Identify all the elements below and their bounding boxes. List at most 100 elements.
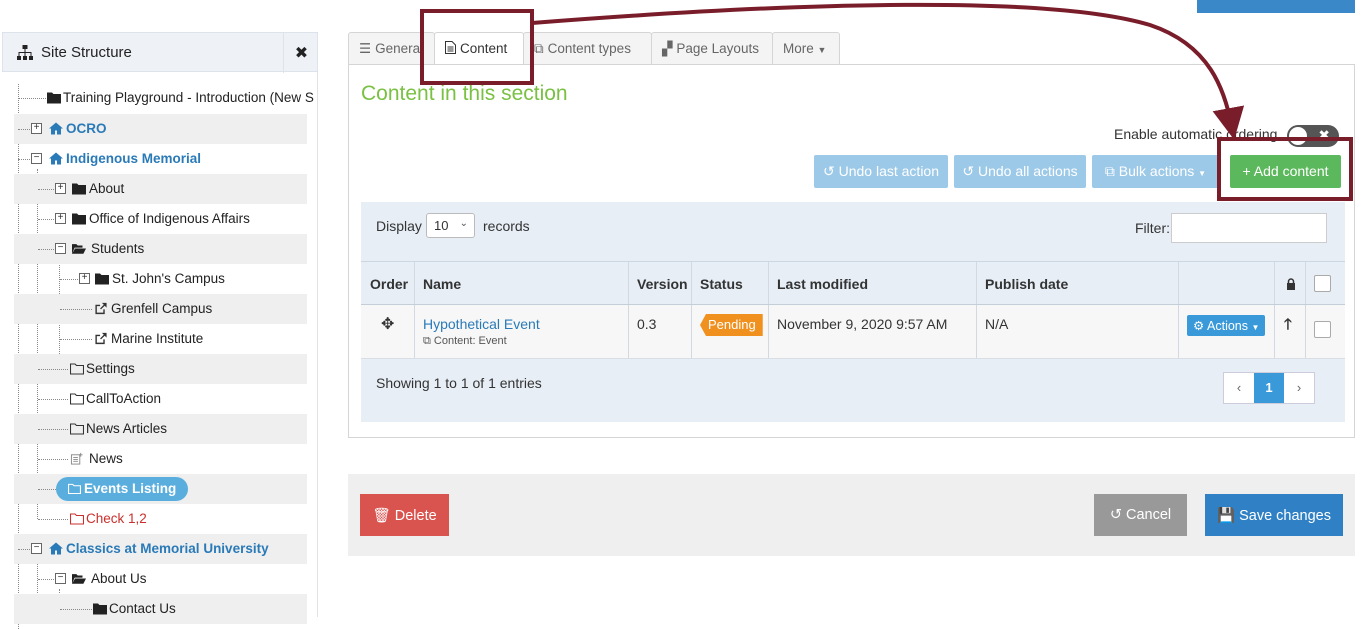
publish-up-arrow-icon[interactable]: 🡑 (1284, 314, 1292, 339)
gear-icon: ⚙ (1193, 319, 1205, 333)
external-link-icon (95, 302, 107, 315)
version-value: 0.3 (637, 316, 657, 332)
table-header-row: Order Name Version Status Last modified … (361, 261, 1345, 305)
collapse-toggle-icon[interactable]: − (31, 153, 42, 164)
expand-icon[interactable]: ✖ (283, 33, 319, 73)
filter-input[interactable] (1171, 213, 1327, 243)
selected-node-pill[interactable]: Events Listing (56, 477, 189, 501)
tree-item-about-us[interactable]: − About Us (14, 564, 307, 594)
column-header-name[interactable]: Name (423, 276, 461, 292)
caret-down-icon: ▼ (817, 45, 827, 55)
tree-item-training-playground[interactable]: Training Playground - Introduction (New … (14, 83, 314, 113)
collapse-toggle-icon[interactable]: − (31, 543, 42, 554)
tree-item-label: About Us (91, 571, 147, 586)
tree-item-classics[interactable]: − Classics at Memorial University (14, 534, 307, 564)
tree-item-about[interactable]: + About (14, 174, 307, 204)
folder-icon (47, 92, 61, 104)
tree-item-label: Classics at Memorial University (66, 541, 269, 556)
tree-item-events-listing[interactable]: Events Listing (14, 474, 307, 504)
pagination-next[interactable]: › (1284, 373, 1314, 403)
tree-item-marine-institute[interactable]: Marine Institute (14, 324, 307, 354)
undo-last-action-button[interactable]: ↺ Undo last action (814, 155, 948, 188)
column-header-last-modified[interactable]: Last modified (777, 276, 868, 292)
pagination-current-page[interactable]: 1 (1254, 373, 1284, 403)
tree-item-grenfell-campus[interactable]: Grenfell Campus (14, 294, 307, 324)
folder-icon (93, 603, 107, 615)
top-action-button-partial[interactable] (1197, 0, 1355, 13)
column-header-status[interactable]: Status (700, 276, 743, 292)
folder-outline-icon (70, 393, 84, 405)
tree-item-check-1-2[interactable]: Check 1,2 (14, 504, 307, 534)
tree-item-settings[interactable]: Settings (14, 354, 307, 384)
collapse-toggle-icon[interactable]: − (55, 573, 66, 584)
expand-toggle-icon[interactable]: + (79, 273, 90, 284)
folder-outline-icon (70, 513, 84, 525)
records-per-page-select[interactable]: 10 ⌄ (426, 213, 475, 238)
tab-general[interactable]: ☰ Genera (348, 32, 435, 65)
tree-item-label: Training Playground - Introduction (New … (63, 90, 314, 105)
tree-item-students[interactable]: − Students (14, 234, 307, 264)
tree-item-calltoaction[interactable]: CallToAction (14, 384, 307, 414)
tree-item-label: Check 1,2 (86, 511, 147, 526)
tree-item-office-of-indigenous-affairs[interactable]: + Office of Indigenous Affairs (14, 204, 307, 234)
toggle-knob (1289, 127, 1307, 145)
folder-icon (95, 273, 109, 285)
drag-handle-icon[interactable]: ✥ (381, 314, 394, 334)
home-icon (49, 542, 63, 555)
undo-all-actions-button[interactable]: ↺ Undo all actions (954, 155, 1086, 188)
add-content-button[interactable]: + Add content (1230, 155, 1341, 188)
column-header-order[interactable]: Order (370, 276, 408, 292)
expand-toggle-icon[interactable]: + (55, 213, 66, 224)
tree-item-label: CallToAction (86, 391, 162, 406)
folder-open-icon (72, 574, 86, 584)
expand-toggle-icon[interactable]: + (55, 183, 66, 194)
external-link-icon (95, 332, 107, 345)
sidebar-title: Site Structure (41, 44, 132, 61)
tree-item-st-johns-campus[interactable]: + St. John's Campus (14, 264, 307, 294)
tab-content-types[interactable]: ⧉ Content types (523, 32, 652, 65)
column-header-version[interactable]: Version (637, 276, 688, 292)
undo-icon: ↺ (1109, 507, 1122, 523)
last-modified-value: November 9, 2020 9:57 AM (777, 316, 948, 332)
tree-item-label: Contact Us (109, 601, 176, 616)
folder-outline-icon (68, 483, 81, 494)
undo-icon: ↺ (822, 163, 835, 179)
home-icon (49, 122, 63, 135)
tab-bar: ☰ Genera Content ⧉ Content types ▞ Page Lay… (348, 32, 1355, 66)
tab-more[interactable]: More ▼ (772, 32, 840, 65)
save-icon: 💾 (1217, 508, 1236, 524)
save-changes-button[interactable]: 💾 Save changes (1205, 494, 1343, 536)
tree-item-label: Marine Institute (111, 331, 204, 346)
tree-item-indigenous-memorial[interactable]: − Indigenous Memorial (14, 144, 307, 174)
pagination-prev[interactable]: ‹ (1224, 373, 1254, 403)
tree-item-ocro[interactable]: + OCRO (14, 114, 307, 144)
tree-item-label: St. John's Campus (112, 271, 225, 286)
folder-open-icon (72, 244, 86, 254)
tree-item-label: News (89, 451, 123, 466)
tree-item-label: OCRO (66, 121, 107, 136)
expand-toggle-icon[interactable]: + (31, 123, 42, 134)
tree-item-news[interactable]: News (14, 444, 307, 474)
pagination: ‹ 1 › (1223, 372, 1315, 404)
sidebar-header: Site Structure ✖ (2, 32, 319, 73)
row-select-checkbox[interactable] (1314, 321, 1331, 338)
row-actions-button[interactable]: ⚙ Actions ▼ (1187, 315, 1266, 336)
column-header-publish-date[interactable]: Publish date (985, 276, 1068, 292)
delete-button[interactable]: 🗑 Delete (360, 494, 449, 536)
folder-icon (72, 183, 86, 195)
auto-ordering-toggle[interactable]: ✖ (1287, 125, 1339, 147)
select-all-checkbox[interactable] (1314, 275, 1331, 292)
content-name-link[interactable]: Hypothetical Event (423, 316, 540, 332)
cancel-button[interactable]: ↺ Cancel (1094, 494, 1187, 536)
bulk-actions-button[interactable]: ⧉ Bulk actions ▼ (1092, 155, 1219, 188)
tree-item-label: Events Listing (84, 481, 177, 496)
status-badge: Pending (700, 314, 763, 336)
tab-page-layouts[interactable]: ▞ Page Layouts (651, 32, 773, 65)
tab-content[interactable]: Content (434, 32, 524, 66)
tree-item-contact-us[interactable]: Contact Us (14, 594, 307, 624)
news-listing-icon (70, 452, 83, 465)
collapse-toggle-icon[interactable]: − (55, 243, 66, 254)
tree-item-news-articles[interactable]: News Articles (14, 414, 307, 444)
tree-item-label: Office of Indigenous Affairs (89, 211, 250, 226)
puzzle-icon: ▞ (662, 41, 673, 56)
